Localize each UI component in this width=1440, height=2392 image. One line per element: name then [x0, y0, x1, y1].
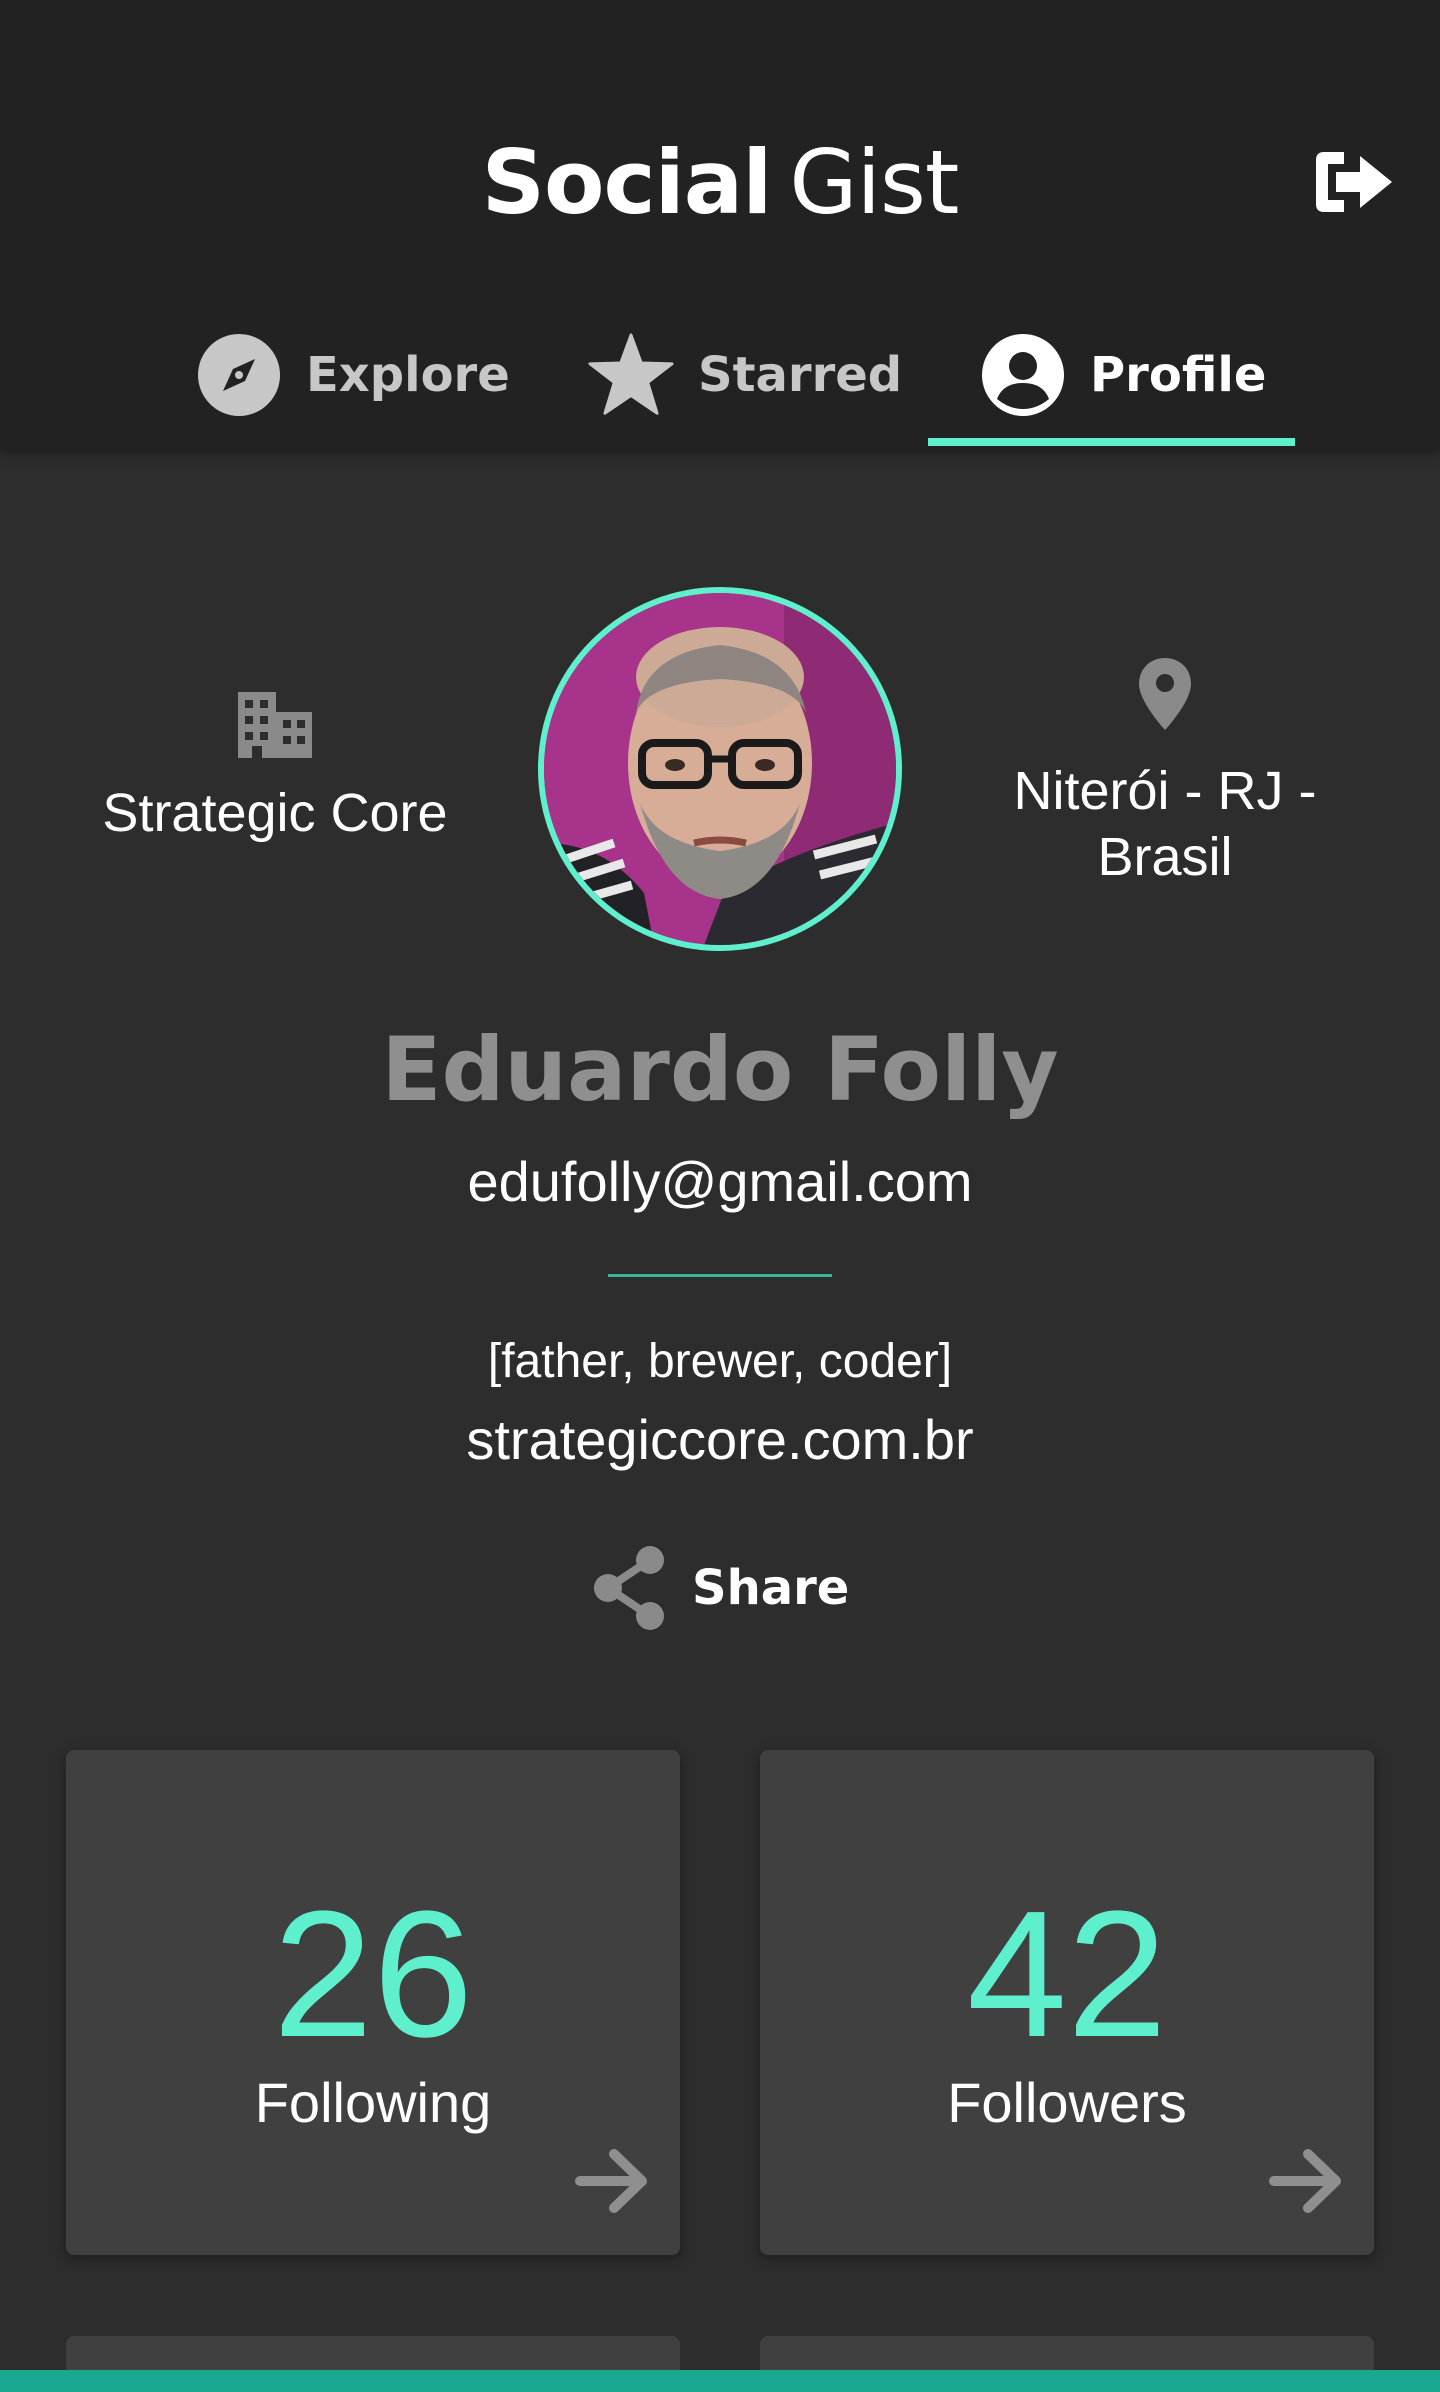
- profile-website-link[interactable]: strategiccore.com.br: [0, 1402, 1440, 1478]
- tab-starred[interactable]: Starred: [588, 300, 902, 450]
- followers-count: 42: [966, 1874, 1168, 2075]
- profile-name: Eduardo Folly: [381, 1018, 1059, 1121]
- profile-screen: Social Gist Explore Starred Profile Stra…: [0, 0, 1440, 2392]
- profile-email: edufolly@gmail.com: [467, 1150, 973, 1213]
- active-tab-indicator: [928, 438, 1295, 446]
- followers-label: Followers: [947, 2071, 1187, 2134]
- tab-explore[interactable]: Explore: [196, 300, 510, 450]
- following-count: 26: [272, 1874, 474, 2075]
- bottom-accent-bar: [0, 2370, 1440, 2392]
- profile-bio: [father, brewer, coder]: [487, 1335, 953, 1388]
- brand-bold-text: Social: [481, 131, 773, 234]
- following-card[interactable]: 26 Following: [66, 1750, 680, 2255]
- app-header: Social Gist Explore Starred Profile: [0, 0, 1440, 450]
- app-brand: Social Gist: [0, 128, 1440, 238]
- building-icon: [238, 692, 312, 758]
- arrow-right-icon: [575, 2149, 647, 2213]
- tab-starred-label: Starred: [698, 347, 903, 403]
- avatar: [538, 587, 902, 951]
- share-icon: [594, 1546, 664, 1630]
- account-circle-icon: [980, 332, 1066, 418]
- avatar-photo: [544, 593, 896, 945]
- sign-out-icon: [1316, 152, 1392, 212]
- tab-bar: Explore Starred Profile: [0, 300, 1440, 450]
- location-info: Niterói - RJ - Brasil: [960, 656, 1370, 890]
- tab-profile[interactable]: Profile: [980, 300, 1266, 450]
- tab-profile-label: Profile: [1090, 347, 1267, 403]
- map-pin-icon: [1139, 658, 1191, 730]
- compass-icon: [196, 332, 282, 418]
- arrow-right-icon: [1269, 2149, 1341, 2213]
- brand-light-text: Gist: [789, 131, 959, 234]
- share-button[interactable]: Share: [590, 1540, 849, 1636]
- company-name: Strategic Core: [102, 783, 448, 843]
- tab-explore-label: Explore: [306, 347, 510, 403]
- share-label: Share: [692, 1560, 850, 1616]
- followers-card[interactable]: 42 Followers: [760, 1750, 1374, 2255]
- profile-divider: [608, 1274, 832, 1277]
- star-icon: [588, 332, 674, 418]
- logout-button[interactable]: [1310, 146, 1398, 218]
- company-info: Strategic Core: [60, 690, 490, 846]
- location-text: Niterói - RJ - Brasil: [1013, 761, 1317, 887]
- following-label: Following: [254, 2071, 492, 2134]
